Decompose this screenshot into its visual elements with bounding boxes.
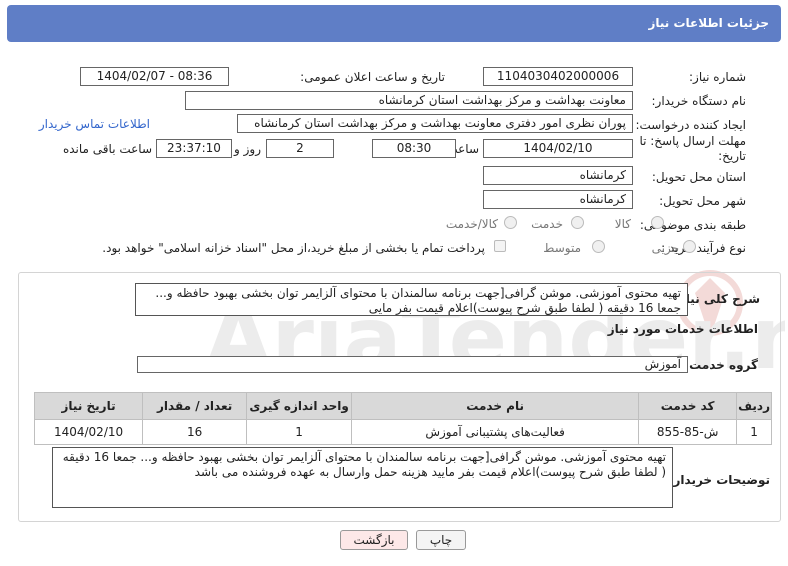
- treasury-payment-checkbox[interactable]: [494, 240, 506, 252]
- deadline-label-text: مهلت ارسال پاسخ: تا تاریخ:: [639, 134, 746, 163]
- category-radio-goods-service[interactable]: [504, 216, 517, 229]
- col-index: ردیف: [736, 392, 772, 420]
- remaining-label: ساعت باقی مانده: [62, 142, 152, 156]
- cell-qty: 16: [142, 419, 248, 445]
- buyer-contact-link[interactable]: اطلاعات تماس خریدار: [39, 117, 150, 131]
- cell-index: 1: [736, 419, 772, 445]
- cell-code: ش-85-855: [638, 419, 738, 445]
- days-label: روز و: [234, 142, 261, 156]
- payment-note: پرداخت تمام یا بخشی از مبلغ خرید،از محل …: [102, 241, 485, 255]
- print-button[interactable]: چاپ: [416, 530, 466, 550]
- table-row: 1 ش-85-855 فعالیت‌های پشتیبانی آموزش 1 1…: [33, 419, 772, 445]
- category-option-service: خدمت: [531, 217, 563, 231]
- province-label: استان محل تحویل:: [651, 170, 746, 184]
- city-label: شهر محل تحویل:: [659, 194, 746, 208]
- service-group-label: گروه خدمت:: [684, 358, 758, 372]
- remaining-time-field: 23:37:10: [156, 139, 232, 158]
- process-radio-medium[interactable]: [592, 240, 605, 253]
- cell-name: فعالیت‌های پشتیبانی آموزش: [351, 419, 640, 445]
- announce-label: تاریخ و ساعت اعلان عمومی:: [300, 70, 445, 84]
- deadline-date-field: 1404/02/10: [483, 139, 633, 158]
- table-header-row: ردیف کد خدمت نام خدمت واحد اندازه گیری ت…: [33, 392, 772, 420]
- process-option-minor: جزیی: [651, 241, 679, 255]
- requester-label: ایجاد کننده درخواست:: [635, 118, 746, 132]
- category-radio-service[interactable]: [571, 216, 584, 229]
- category-radio-goods[interactable]: [651, 216, 664, 229]
- cell-date: 1404/02/10: [33, 419, 144, 445]
- province-field: کرمانشاه: [483, 166, 633, 185]
- deadline-time-field: 08:30: [372, 139, 456, 158]
- col-code: کد خدمت: [638, 392, 738, 420]
- col-unit: واحد اندازه گیری: [246, 392, 353, 420]
- category-option-goods: کالا: [614, 217, 631, 231]
- buyer-org-label: نام دستگاه خریدار:: [651, 94, 747, 108]
- city-field: کرمانشاه: [483, 190, 633, 209]
- col-qty: تعداد / مقدار: [142, 392, 248, 420]
- process-option-medium: متوسط: [543, 241, 581, 255]
- col-date: تاریخ نیاز: [33, 392, 144, 420]
- services-table: ردیف کد خدمت نام خدمت واحد اندازه گیری ت…: [33, 392, 772, 445]
- buyer-notes-field: تهیه محتوی آموزشی. موشن گرافی[جهت برنامه…: [52, 447, 673, 508]
- page-title: جزئیات اطلاعات نیاز: [648, 16, 769, 30]
- buyer-org-field: معاونت بهداشت و مرکز بهداشت استان کرمانش…: [185, 91, 633, 110]
- col-name: نام خدمت: [351, 392, 640, 420]
- summary-field: تهیه محتوی آموزشی. موشن گرافی[جهت برنامه…: [135, 283, 688, 316]
- buyer-notes-label: توضیحات خریدار:: [668, 473, 770, 487]
- cell-unit: 1: [246, 419, 353, 445]
- announce-field: 1404/02/07 - 08:36: [80, 67, 229, 86]
- requester-field: پوران نظری امور دفتری معاونت بهداشت و مر…: [237, 114, 633, 133]
- title-bar: جزئیات اطلاعات نیاز: [7, 5, 781, 42]
- back-button[interactable]: بازگشت: [340, 530, 408, 550]
- services-heading: اطلاعات خدمات مورد نیاز: [607, 322, 758, 336]
- days-field: 2: [266, 139, 334, 158]
- service-group-field: آموزش: [137, 356, 688, 373]
- need-number-label: شماره نیاز:: [689, 70, 746, 84]
- process-radio-minor[interactable]: [683, 240, 696, 253]
- need-number-field: 1104030402000006: [483, 67, 633, 86]
- deadline-label: مهلت ارسال پاسخ: تا تاریخ:: [636, 134, 746, 164]
- category-option-goods-service: کالا/خدمت: [445, 217, 498, 231]
